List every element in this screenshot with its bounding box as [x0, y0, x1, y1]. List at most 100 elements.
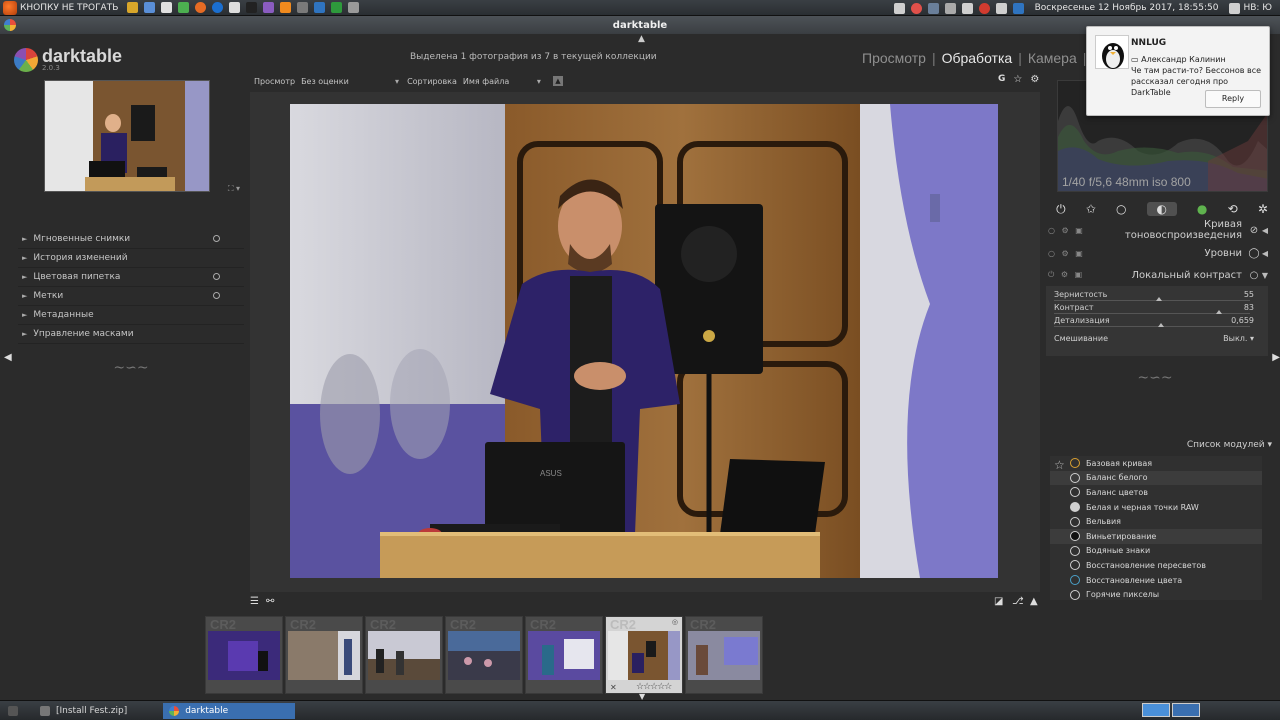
module-list-item[interactable]: Виньетирование — [1050, 528, 1262, 544]
active-modules-power-icon[interactable]: ⏻ — [1056, 202, 1066, 217]
grouping-button[interactable]: G — [998, 74, 1005, 85]
filmstrip-thumb[interactable]: CR2 — [685, 616, 763, 694]
folder-icon[interactable] — [229, 2, 241, 13]
filmstrip-thumb[interactable]: CR2 — [365, 616, 443, 694]
slider-track[interactable] — [1054, 326, 1250, 327]
effects-group-icon[interactable]: ✲ — [1258, 202, 1268, 216]
overexposure-icon[interactable]: ◪ — [994, 596, 1003, 607]
navigator-preview[interactable] — [44, 80, 210, 192]
inkscape-icon[interactable] — [263, 2, 275, 13]
darktable-tray-icon[interactable] — [1172, 703, 1200, 717]
slider-detail[interactable]: Зернистость 55 — [1054, 290, 1254, 302]
module-list-header[interactable]: Список модулей ▾ — [1046, 440, 1272, 450]
task-install-fest[interactable]: [Install Fest.zip] — [34, 703, 133, 719]
module-list-item[interactable]: Баланс цветов — [1050, 485, 1262, 500]
slider-knob[interactable] — [1156, 297, 1162, 301]
firefox-icon[interactable] — [195, 2, 207, 13]
filmstrip-thumb[interactable]: CR2 — [285, 616, 363, 694]
bluetooth-icon[interactable] — [927, 2, 939, 14]
sort-select[interactable]: Имя файла — [463, 77, 543, 86]
filmstrip-thumb[interactable]: CR2 — [525, 616, 603, 694]
sort-order-button[interactable]: ▲ — [552, 76, 563, 86]
module-snapshots[interactable]: ► Мгновенные снимки — [18, 230, 244, 249]
printer-icon[interactable] — [961, 2, 973, 14]
slider-knob[interactable] — [1216, 310, 1222, 314]
module-levels[interactable]: ○ ⚙ ▣ Уровни ◯ ◀ — [1046, 243, 1270, 263]
softproof-icon[interactable]: ⎇ — [1012, 596, 1024, 607]
image-canvas[interactable]: ASUS — [250, 92, 1040, 592]
module-list-item[interactable]: Водяные знаки — [1050, 544, 1262, 559]
quick-access-menu-icon[interactable]: ☰ — [250, 596, 259, 607]
filmstrip-thumb[interactable]: CR2 — [205, 616, 283, 694]
calc-icon[interactable] — [331, 2, 343, 13]
slider-knob[interactable] — [1158, 323, 1164, 327]
module-history[interactable]: ► История изменений — [18, 249, 244, 268]
reply-button[interactable]: Reply — [1205, 90, 1261, 108]
favorites-star-icon[interactable]: ✩ — [1086, 202, 1096, 216]
module-controls-icon[interactable]: ⏻ ⚙ ▣ — [1046, 270, 1086, 280]
left-panel-toggle-icon[interactable]: ◀ — [4, 352, 12, 363]
reject-icon[interactable]: ✕ — [610, 683, 617, 692]
presets-icon[interactable] — [213, 235, 220, 242]
task-darktable[interactable]: darktable — [163, 702, 296, 719]
view-darkroom[interactable]: Обработка — [942, 50, 1013, 66]
module-color-picker[interactable]: ► Цветовая пипетка — [18, 268, 244, 287]
module-tone-curve[interactable]: ○ ⚙ ▣ Кривая тоновоспроизведения ⊘ ◀ — [1046, 219, 1270, 241]
right-panel-toggle-icon[interactable]: ▶ — [1272, 352, 1280, 363]
color-group-icon[interactable]: ● — [1197, 202, 1207, 216]
module-controls-icon[interactable]: ○ ⚙ ▣ — [1046, 249, 1086, 258]
telegram-tray-icon[interactable] — [1142, 703, 1170, 717]
volume-icon[interactable] — [995, 2, 1007, 14]
mail-icon[interactable] — [1012, 2, 1024, 14]
keyboard-layout[interactable]: НВ: Ю — [1243, 3, 1272, 13]
update-tray-icon[interactable] — [910, 2, 922, 14]
tone-group-icon[interactable]: ◐ — [1146, 202, 1177, 216]
module-list-item[interactable]: Вельвия — [1050, 514, 1262, 529]
module-list[interactable]: ☆ Базовая кривая Баланс белого Баланс цв… — [1050, 456, 1262, 600]
gamut-warning-icon[interactable]: ▲ — [1030, 596, 1038, 607]
expand-arrow-icon[interactable]: ▼ — [1260, 271, 1270, 280]
slider-track[interactable] — [1054, 300, 1250, 301]
dnd-icon[interactable] — [978, 2, 990, 14]
module-list-item[interactable]: Баланс белого — [1050, 470, 1262, 486]
correct-group-icon[interactable]: ⟲ — [1228, 202, 1238, 216]
star-icon[interactable]: ☆ — [1013, 74, 1022, 85]
wifi-icon[interactable] — [127, 2, 139, 13]
presets-icon[interactable] — [213, 292, 220, 299]
module-list-item[interactable]: Восстановление цвета — [1050, 573, 1262, 588]
app-icon[interactable] — [348, 2, 360, 13]
user-icon[interactable] — [1229, 2, 1241, 14]
writer-icon[interactable] — [314, 2, 326, 13]
basic-group-circle-icon[interactable]: ○ — [1116, 202, 1126, 216]
clock[interactable]: Воскресенье 12 Ноябрь 2017, 18:55:50 — [1035, 3, 1219, 13]
slider-detailing[interactable]: Детализация 0,659 — [1054, 316, 1254, 328]
filmstrip-thumb-selected[interactable]: CR2 ◎ ✕ ☆☆☆☆☆ — [605, 616, 683, 694]
network-icon[interactable] — [212, 2, 224, 13]
module-tagging[interactable]: ► Метки — [18, 287, 244, 306]
favorite-star-icon[interactable]: ☆ — [1054, 458, 1065, 472]
keyboard-tray-icon[interactable] — [944, 2, 956, 14]
zoom-menu-icon[interactable]: ⛶ ▾ — [228, 184, 240, 194]
document-icon[interactable] — [144, 2, 156, 13]
system-menu-icon[interactable] — [3, 0, 17, 15]
module-list-item[interactable]: Базовая кривая — [1050, 456, 1262, 471]
edited-photo[interactable]: ASUS — [290, 104, 998, 578]
star-rating[interactable]: ☆☆☆☆☆ — [636, 682, 672, 692]
filmstrip-thumb[interactable]: CR2 — [445, 616, 523, 694]
launcher-label[interactable]: КНОПКУ НЕ ТРОГАТЬ — [20, 3, 118, 13]
collapse-arrow-icon[interactable]: ◀ — [1260, 226, 1270, 235]
gimp-icon[interactable] — [297, 2, 309, 13]
filmstrip[interactable]: CR2 CR2 CR2 CR2 CR2 CR2 ◎ ✕ ☆☆☆☆☆ CR2 ▼ — [0, 612, 1280, 701]
collapse-arrow-icon[interactable]: ◀ — [1260, 249, 1270, 258]
network-tray-icon[interactable] — [893, 2, 905, 14]
top-panel-collapse-icon[interactable]: ▲ — [638, 34, 645, 44]
module-list-item[interactable]: Восстановление пересветов — [1050, 558, 1262, 573]
terminal-icon[interactable] — [246, 2, 258, 13]
slider-contrast[interactable]: Контраст 83 — [1054, 303, 1254, 315]
view-tethering[interactable]: Камера — [1028, 50, 1077, 66]
module-mask-manager[interactable]: ► Управление масками — [18, 325, 244, 344]
module-list-item[interactable]: Белая и черная точки RAW — [1050, 500, 1262, 515]
rating-filter-select[interactable]: Без оценки — [301, 77, 401, 86]
presets-icon[interactable] — [213, 273, 220, 280]
preferences-gear-icon[interactable]: ⚙ — [1030, 74, 1039, 85]
